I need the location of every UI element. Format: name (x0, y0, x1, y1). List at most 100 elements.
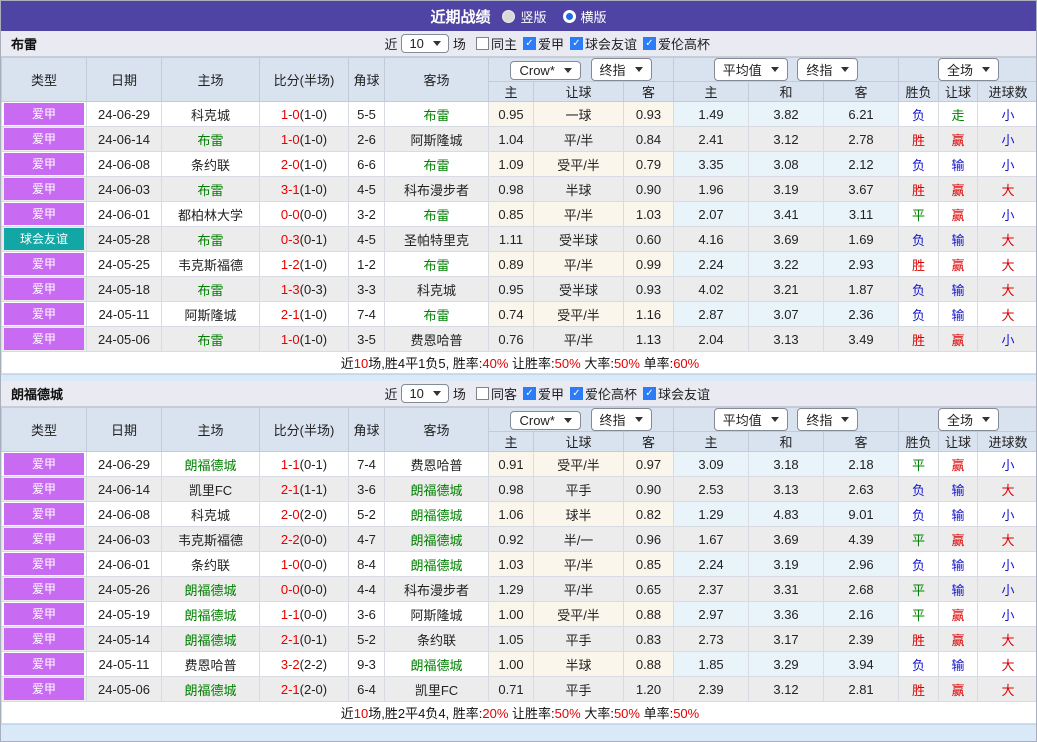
cell-away-team: 条约联 (384, 626, 489, 652)
away-team-name: 阿斯隆城 (410, 132, 463, 148)
table-row: 爱甲 24-06-01 条约联 1-0(0-0) 8-4 朗福德城 1.03 平/半 0.85 2… (1, 551, 1036, 577)
cell-home-team: 凯里FC (161, 476, 260, 502)
dropdown-average-stage[interactable]: 终指 (797, 58, 859, 81)
cell-date: 24-06-08 (86, 151, 162, 177)
cell-result: 平 (898, 601, 940, 627)
league-badge: 爱甲 (4, 578, 84, 600)
league-badge: 爱甲 (4, 553, 84, 575)
cell-odds-handicap: 平手 (533, 476, 624, 502)
cell-away-team: 朗福德城 (384, 526, 489, 552)
cell-result: 胜 (898, 326, 940, 352)
avg-group-header: 平均值 终指 (673, 407, 900, 432)
cell-handicap-result: 输 (938, 576, 979, 602)
cell-type: 球会友谊 (1, 226, 87, 252)
cell-goals: 小 (977, 551, 1036, 577)
checkbox-同主[interactable] (475, 37, 489, 50)
chevron-down-icon (982, 417, 991, 422)
cell-goals: 小 (977, 126, 1036, 152)
table-row: 爱甲 24-06-14 布雷 1-0(1-0) 2-6 阿斯隆城 1.04 平/半 0.84 2.… (1, 126, 1036, 152)
radio-selected-icon[interactable] (562, 9, 576, 23)
cell-odds-away: 0.90 (622, 476, 675, 502)
cell-type: 爱甲 (1, 526, 87, 552)
section-header-team1: 布雷 近 10 场 同主 ✓ 爱甲 ✓ 球会友谊 ✓ 爱伦高杯 (1, 31, 1036, 57)
cell-goals: 大 (977, 301, 1036, 327)
league-badge: 爱甲 (4, 153, 84, 175)
cell-score: 2-0(2-0) (259, 501, 349, 527)
cell-odds-handicap: 平手 (533, 626, 624, 652)
away-team-name: 朗福德城 (410, 557, 463, 573)
col-header-goals: 进球数 (977, 431, 1036, 452)
fulltime-score: 1-0 (280, 556, 300, 572)
away-team-name: 朗福德城 (410, 532, 463, 548)
dropdown-odds-provider[interactable]: Crow* (510, 411, 581, 430)
cell-odds-away: 0.83 (622, 626, 675, 652)
checkbox-同客[interactable] (475, 387, 489, 400)
cell-type: 爱甲 (1, 101, 87, 127)
checkbox-爱甲[interactable]: ✓ (522, 37, 536, 50)
cell-away-team: 布雷 (384, 251, 489, 277)
dropdown-scope[interactable]: 全场 (938, 58, 1000, 81)
cell-result: 胜 (898, 126, 940, 152)
away-team-name: 费恩哈普 (410, 457, 463, 473)
table-row: 爱甲 24-05-18 布雷 1-3(0-3) 3-3 科克城 0.95 受半球 0.93 4.0… (1, 276, 1036, 302)
cell-corners: 4-4 (348, 576, 385, 602)
cell-avg-home: 4.02 (673, 276, 750, 302)
summary-segment: 单率: (639, 356, 674, 371)
checkbox-爱伦高杯[interactable]: ✓ (569, 387, 583, 400)
league-badge: 爱甲 (4, 103, 84, 125)
dropdown-scope-value: 全场 (947, 63, 974, 78)
dropdown-average-stage[interactable]: 终指 (797, 408, 859, 431)
cell-handicap-result: 输 (938, 276, 979, 302)
table-row: 爱甲 24-06-29 科克城 1-0(1-0) 5-5 布雷 0.95 一球 0.93 1.49… (1, 101, 1036, 127)
col-header-result: 胜负 (898, 431, 940, 452)
cell-avg-home: 2.37 (673, 576, 750, 602)
cell-avg-draw: 3.19 (748, 551, 825, 577)
dropdown-odds-provider[interactable]: Crow* (510, 61, 581, 80)
cell-avg-home: 4.16 (673, 226, 750, 252)
cell-odds-handicap: 半球 (533, 651, 624, 677)
fulltime-score: 2-0 (280, 156, 300, 172)
cell-avg-home: 2.07 (673, 201, 750, 227)
dropdown-average[interactable]: 平均值 (713, 408, 788, 431)
dropdown-odds-stage[interactable]: 终指 (590, 408, 652, 431)
checkbox-球会友谊[interactable]: ✓ (642, 387, 656, 400)
checkbox-球会友谊[interactable]: ✓ (569, 37, 583, 50)
col-header-type: 类型 (1, 407, 87, 452)
cell-date: 24-06-14 (86, 476, 162, 502)
cell-odds-handicap: 平/半 (533, 201, 624, 227)
dropdown-odds-stage[interactable]: 终指 (590, 58, 652, 81)
recent-count-value: 10 (409, 386, 424, 401)
summary-segment: 近 (340, 356, 354, 371)
recent-count-select[interactable]: 10 (401, 384, 449, 403)
cell-avg-draw: 3.08 (748, 151, 825, 177)
cell-result: 负 (898, 226, 940, 252)
cell-type: 爱甲 (1, 576, 87, 602)
fulltime-score: 1-2 (280, 256, 300, 272)
cell-corners: 7-4 (348, 301, 385, 327)
recent-count-select[interactable]: 10 (401, 34, 449, 53)
radio-horizontal-layout[interactable]: 横版 (562, 7, 607, 26)
cell-handicap-result: 输 (938, 151, 979, 177)
radio-vertical-layout[interactable]: 竖版 (502, 7, 547, 26)
checkbox-爱甲[interactable]: ✓ (522, 387, 536, 400)
cell-type: 爱甲 (1, 151, 87, 177)
cell-corners: 2-6 (348, 126, 385, 152)
radio-unselected-icon[interactable] (502, 9, 516, 23)
cell-home-team: 韦克斯福德 (161, 251, 260, 277)
cell-home-team: 都柏林大学 (161, 201, 260, 227)
cell-score: 2-1(1-0) (259, 301, 349, 327)
cell-avg-away: 2.96 (823, 551, 900, 577)
checkbox-爱伦高杯[interactable]: ✓ (642, 37, 656, 50)
cell-type: 爱甲 (1, 326, 87, 352)
cell-result: 胜 (898, 676, 940, 702)
cell-handicap-result: 输 (938, 476, 979, 502)
summary-segment: 大率: (580, 706, 614, 721)
cell-odds-away: 0.93 (622, 276, 675, 302)
dropdown-scope[interactable]: 全场 (938, 408, 1000, 431)
chevron-down-icon (770, 417, 779, 422)
dropdown-average[interactable]: 平均值 (713, 58, 788, 81)
checkbox-label: 同主 (490, 37, 517, 52)
cell-type: 爱甲 (1, 176, 87, 202)
home-team-name: 朗福德城 (184, 457, 237, 473)
dropdown-average-stage-value: 终指 (806, 63, 833, 78)
